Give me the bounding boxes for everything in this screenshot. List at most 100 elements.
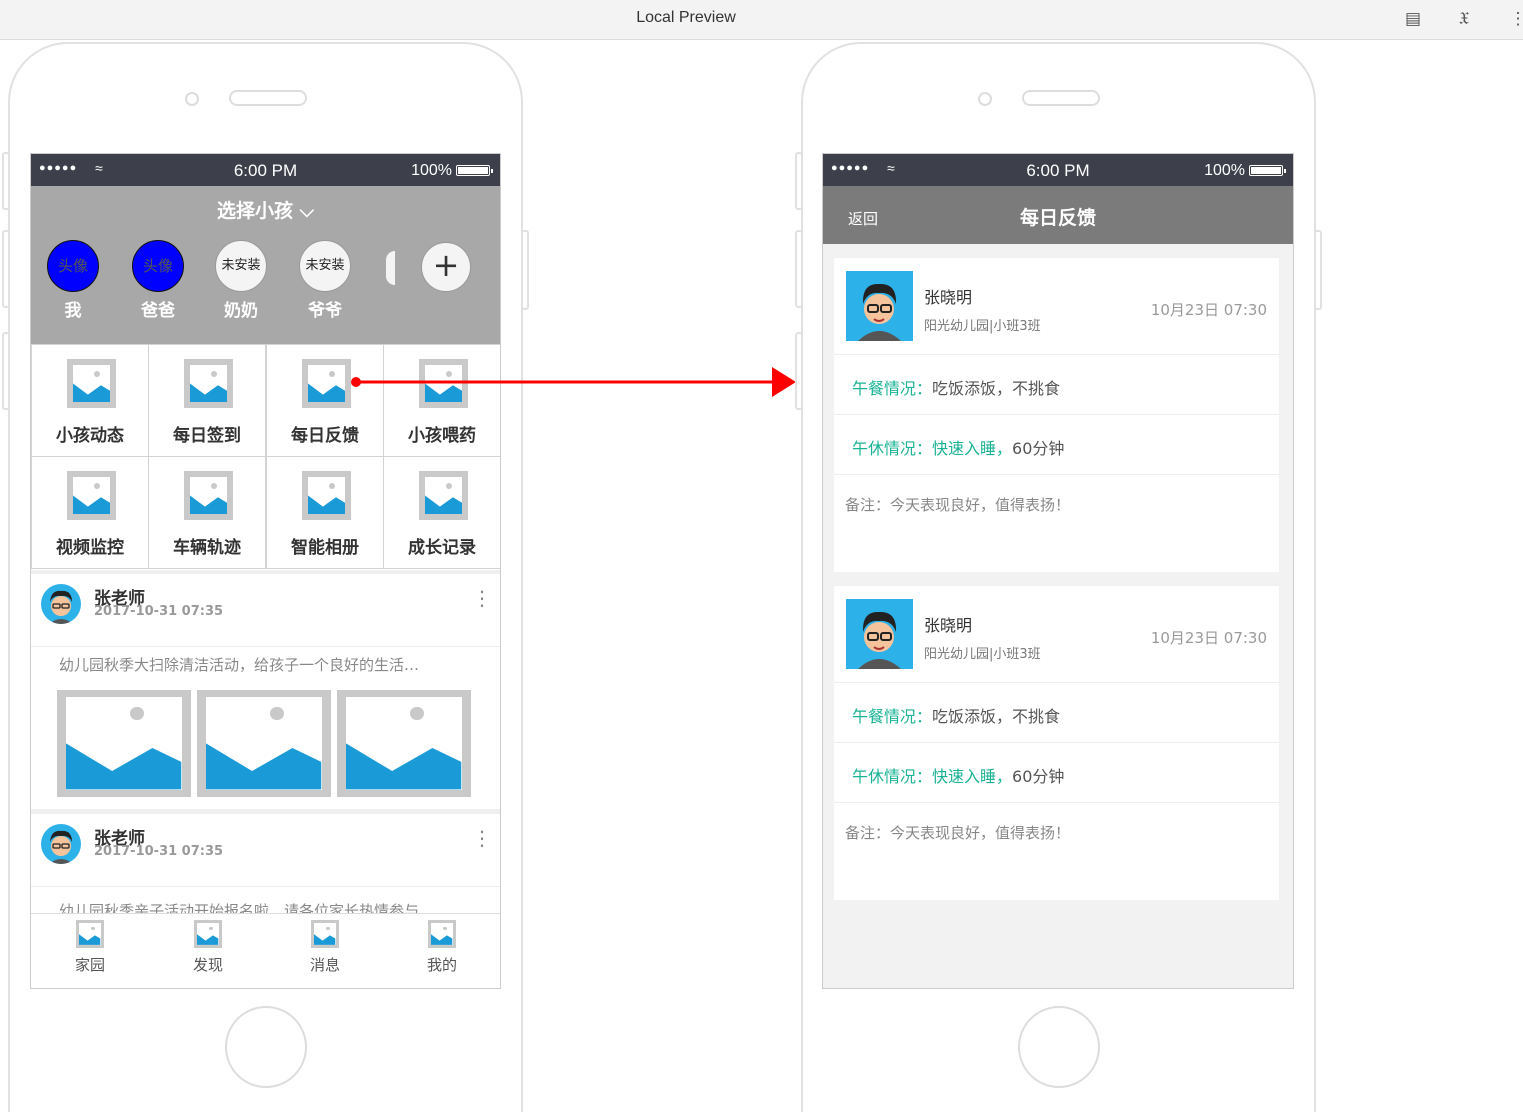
tab-icon [311, 920, 339, 948]
member-name: 爷爷 [308, 301, 342, 321]
lunch-value: 吃饭添饭，不挑食 [932, 707, 1061, 726]
image-placeholder-icon [302, 471, 351, 520]
phone-side-button [795, 152, 803, 210]
image-placeholder-icon [302, 359, 351, 408]
image-placeholder-icon[interactable] [337, 690, 471, 797]
post-text: 幼儿园秋季大扫除清洁活动，给孩子一个良好的生活… [59, 656, 420, 674]
tab-me[interactable]: 我的 [412, 920, 472, 975]
note-text: 备注：今天表现良好，值得表扬！ [845, 496, 1071, 514]
grid-item-child-activity[interactable]: 小孩动态 [31, 344, 149, 457]
grid-item-label: 小孩动态 [56, 426, 124, 446]
grid-item-growth-record[interactable]: 成长记录 [383, 456, 500, 569]
feedback-screen: ●●●●● ≈ 6:00 PM 100% 返回 每日反馈 张晓明 阳光幼儿园|小… [822, 153, 1294, 989]
note-text: 备注：今天表现良好，值得表扬！ [845, 824, 1071, 842]
grid-item-label: 车辆轨迹 [173, 538, 241, 558]
close-preview-icon[interactable]: 𝔛 [1454, 9, 1474, 29]
tab-discover[interactable]: 发现 [178, 920, 238, 975]
more-vertical-icon[interactable]: ⋮ [472, 588, 492, 608]
grid-item-label: 每日签到 [173, 426, 241, 446]
student-photo [846, 599, 913, 669]
family-member-grandma[interactable]: 未安装 奶奶 [215, 240, 267, 321]
document-icon[interactable]: ▤ [1403, 9, 1423, 29]
post-date: 2017-10-31 07:35 [94, 604, 224, 619]
feedback-card[interactable]: 张晓明 阳光幼儿园|小班3班 10月23日 07:30 午餐情况：吃饭添饭，不挑… [834, 258, 1279, 572]
image-placeholder-icon[interactable] [197, 690, 331, 797]
window-title: Local Preview [636, 9, 736, 26]
battery-percent: 100% [1204, 162, 1245, 179]
student-name: 张晓明 [924, 616, 973, 635]
family-member-dad[interactable]: 头像 爸爸 [132, 240, 184, 321]
nap-row: 午休情况：快速入睡，60分钟 [834, 414, 1279, 474]
tab-label: 我的 [426, 956, 457, 974]
phone-speaker [229, 90, 307, 106]
avatar: 头像 [47, 240, 99, 292]
feedback-time: 10月23日 07:30 [1150, 629, 1267, 647]
page-title: 每日反馈 [1019, 207, 1096, 229]
tab-home[interactable]: 家园 [60, 920, 120, 975]
battery-icon [456, 165, 493, 176]
phone-home-button [1018, 1006, 1100, 1088]
feedback-time: 10月23日 07:30 [1150, 301, 1267, 319]
member-name: 爸爸 [141, 301, 175, 321]
post-card[interactable]: 张老师 2017-10-31 07:35 ⋮ 幼儿园秋季大扫除清洁活动，给孩子一… [31, 574, 500, 809]
nap-value: 60分钟 [1012, 439, 1065, 458]
avatar: 未安装 [299, 240, 351, 292]
member-name: 我 [64, 301, 82, 321]
nap-label: 午休情况：快速入睡， [852, 767, 1013, 786]
partial-avatar [385, 250, 395, 286]
post-card[interactable]: 张老师 2017-10-31 07:35 ⋮ 幼儿园秋季亲子活动开始报名啦，请各… [31, 814, 500, 924]
child-selector[interactable]: 选择小孩 ⌵ [31, 196, 500, 223]
note-row [834, 802, 1279, 900]
more-vertical-icon[interactable]: ⋮ [1508, 9, 1523, 29]
battery-icon [1249, 165, 1286, 176]
avatar [41, 584, 81, 624]
grid-item-smart-album[interactable]: 智能相册 [266, 456, 384, 569]
family-member-me[interactable]: 头像 我 [47, 240, 99, 321]
nap-label: 午休情况：快速入睡， [852, 439, 1013, 458]
grid-item-daily-checkin[interactable]: 每日签到 [148, 344, 266, 457]
flow-arrow [351, 367, 796, 397]
tab-label: 家园 [74, 956, 105, 974]
image-placeholder-icon[interactable] [57, 690, 191, 797]
phone-side-button [521, 230, 529, 310]
feedback-card[interactable]: 张晓明 阳光幼儿园|小班3班 10月23日 07:30 午餐情况：吃饭添饭，不挑… [834, 586, 1279, 900]
image-placeholder-icon [67, 471, 116, 520]
tab-icon [428, 920, 456, 948]
phone-side-button [2, 230, 10, 308]
phone-side-button [2, 332, 10, 410]
feedback-list: 张晓明 阳光幼儿园|小班3班 10月23日 07:30 午餐情况：吃饭添饭，不挑… [823, 244, 1293, 988]
student-class: 阳光幼儿园|小班3班 [924, 647, 1041, 662]
grid-item-video-monitor[interactable]: 视频监控 [31, 456, 149, 569]
chevron-down-icon: ⌵ [299, 200, 315, 222]
phone-side-button [795, 332, 803, 410]
phone-camera [978, 92, 992, 106]
avatar [41, 824, 81, 864]
nap-row: 午休情况：快速入睡，60分钟 [834, 742, 1279, 802]
student-photo [846, 271, 913, 341]
family-member-grandpa[interactable]: 未安装 爷爷 [299, 240, 351, 321]
lunch-label: 午餐情况： [852, 707, 933, 726]
divider [31, 886, 500, 887]
add-member-button[interactable]: + [421, 242, 471, 292]
post-date: 2017-10-31 07:35 [94, 844, 224, 859]
grid-item-label: 视频监控 [56, 538, 124, 558]
tab-label: 发现 [192, 956, 223, 974]
phone-home-button [225, 1006, 307, 1088]
more-vertical-icon[interactable]: ⋮ [472, 828, 492, 848]
lunch-row: 午餐情况：吃饭添饭，不挑食 [834, 354, 1279, 414]
status-bar: ●●●●● ≈ 6:00 PM 100% [31, 154, 500, 186]
nav-bar: 返回 每日反馈 [823, 186, 1293, 244]
grid-item-label: 小孩喂药 [408, 426, 476, 446]
image-placeholder-icon [67, 359, 116, 408]
grid-item-vehicle-track[interactable]: 车辆轨迹 [148, 456, 266, 569]
tab-label: 消息 [309, 956, 340, 974]
bottom-tab-bar: 家园 发现 消息 我的 [31, 913, 500, 988]
phone-side-button [1314, 230, 1322, 310]
tab-messages[interactable]: 消息 [295, 920, 355, 975]
phone-side-button [2, 152, 10, 210]
member-name: 奶奶 [224, 301, 258, 321]
image-placeholder-icon [184, 471, 233, 520]
image-placeholder-icon [419, 471, 468, 520]
tab-icon [194, 920, 222, 948]
tab-icon [76, 920, 104, 948]
